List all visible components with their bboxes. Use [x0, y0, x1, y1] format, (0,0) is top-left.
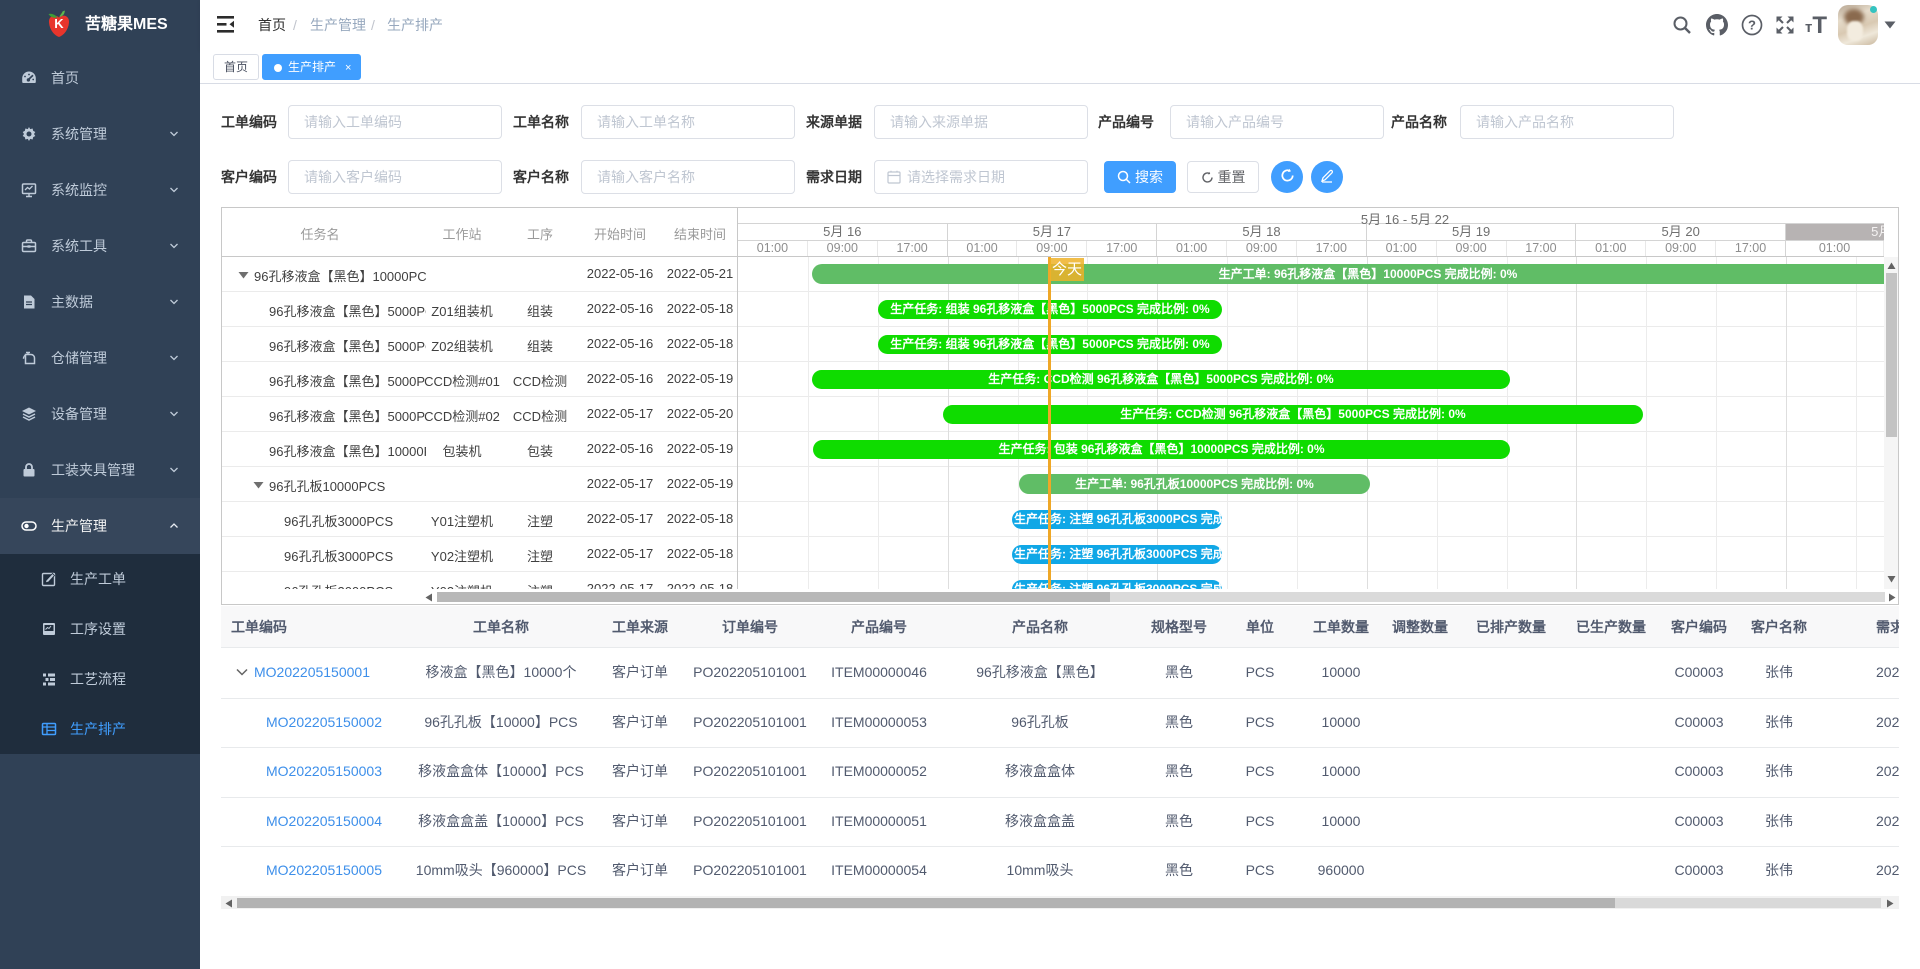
- svg-text:?: ?: [1748, 18, 1756, 33]
- svg-text:K: K: [54, 16, 64, 31]
